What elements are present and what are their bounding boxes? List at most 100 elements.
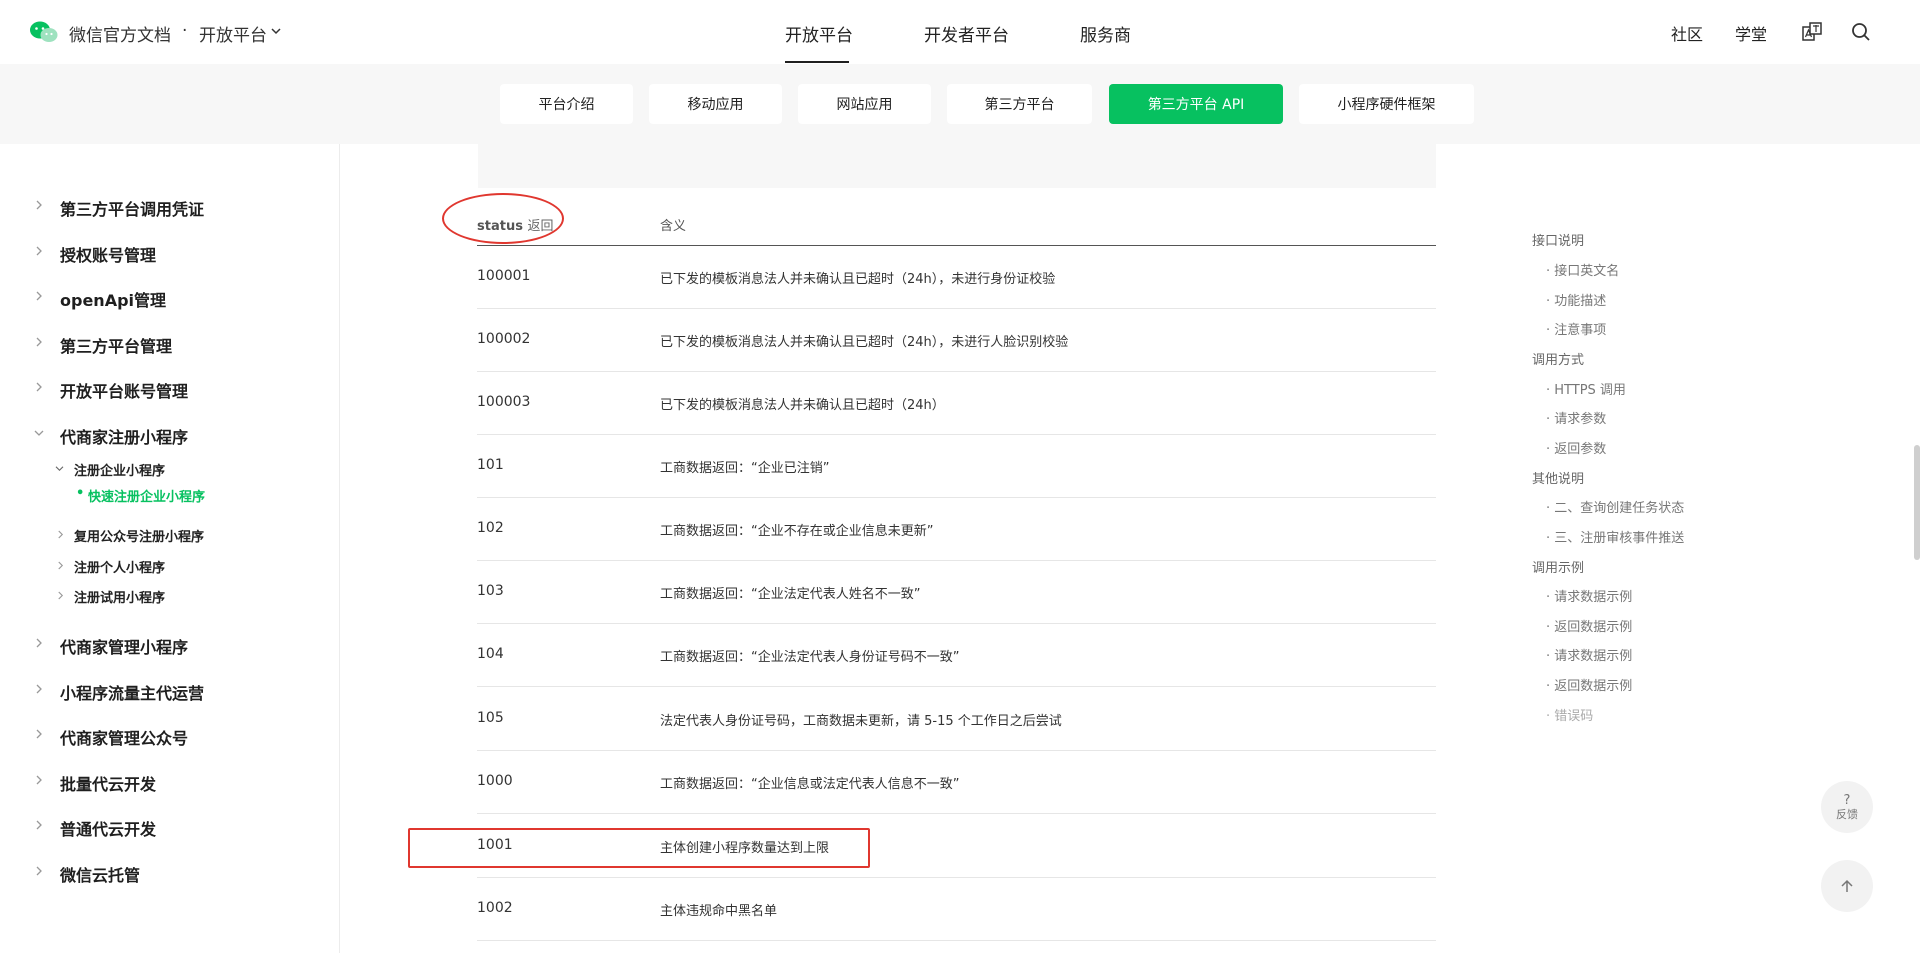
status-code: 100002 [477, 331, 531, 347]
toc-item[interactable]: · 返回参数 [1546, 438, 1606, 457]
feedback-label: 反馈 [1836, 807, 1858, 821]
toc-item[interactable]: · 请求数据示例 [1546, 586, 1632, 605]
status-meaning: 已下发的模板消息法人并未确认且已超时（24h） [660, 398, 945, 413]
tab-third-party-platform[interactable]: 第三方平台 [947, 84, 1092, 124]
sidebar-item-openapi[interactable]: openApi管理 [60, 287, 166, 311]
toc-item[interactable]: · 功能描述 [1546, 290, 1606, 309]
toc-item[interactable]: · 接口英文名 [1546, 260, 1619, 279]
chevron-right-icon [36, 200, 42, 210]
status-meaning: 法定代表人身份证号码，工商数据未更新，请 5-15 个工作日之后尝试 [660, 714, 1062, 729]
table-row: 103 工商数据返回：“企业法定代表人姓名不一致” [477, 561, 1436, 624]
status-meaning: 主体违规命中黑名单 [660, 904, 778, 919]
back-to-top-button[interactable] [1821, 860, 1873, 912]
toc-group-call-method[interactable]: 调用方式 [1532, 349, 1584, 368]
tab-platform-intro[interactable]: 平台介绍 [500, 84, 633, 124]
toc-group-examples[interactable]: 调用示例 [1532, 557, 1584, 576]
topnav-developer-platform[interactable]: 开发者平台 [924, 21, 1009, 46]
annotation-ellipse [442, 193, 564, 244]
wechat-logo-icon[interactable] [29, 20, 59, 44]
chevron-right-icon [58, 530, 64, 539]
tab-third-party-platform-api[interactable]: 第三方平台 API [1109, 84, 1283, 124]
sidebar-item-credentials[interactable]: 第三方平台调用凭证 [60, 196, 204, 220]
sidebar-sub-register-personal[interactable]: 注册个人小程序 [74, 557, 165, 576]
sidebar-sub-reuse-official-account[interactable]: 复用公众号注册小程序 [74, 526, 204, 545]
sidebar-item-traffic-operation[interactable]: 小程序流量主代运营 [60, 680, 204, 704]
topnav-service-provider[interactable]: 服务商 [1080, 21, 1131, 46]
feedback-button[interactable]: ? 反馈 [1821, 781, 1873, 833]
table-row: 101 工商数据返回：“企业已注销” [477, 435, 1436, 498]
chevron-right-icon [36, 775, 42, 785]
status-meaning: 工商数据返回：“企业法定代表人身份证号码不一致” [660, 650, 960, 665]
chevron-right-icon [36, 246, 42, 256]
toc-item[interactable]: · HTTPS 调用 [1546, 379, 1626, 398]
sidebar-sub-bullet: • [76, 486, 85, 501]
status-meaning: 工商数据返回：“企业信息或法定代表人信息不一致” [660, 777, 960, 792]
table-row: 1002 主体违规命中黑名单 [477, 878, 1436, 941]
toc-group-interface[interactable]: 接口说明 [1532, 230, 1584, 249]
tab-miniprogram-hardware[interactable]: 小程序硬件框架 [1299, 84, 1474, 124]
site-title[interactable]: 微信官方文档 [69, 21, 171, 46]
chevron-right-icon [58, 591, 64, 600]
status-code: 101 [477, 457, 504, 473]
sidebar-item-manage-official-account[interactable]: 代商家管理公众号 [60, 725, 188, 749]
sidebar-sub-register-trial[interactable]: 注册试用小程序 [74, 587, 165, 606]
sidebar-item-authorized-accounts[interactable]: 授权账号管理 [60, 242, 156, 266]
academy-link[interactable]: 学堂 [1735, 21, 1767, 45]
table-row: 100003 已下发的模板消息法人并未确认且已超时（24h） [477, 372, 1436, 435]
table-row: 104 工商数据返回：“企业法定代表人身份证号码不一致” [477, 624, 1436, 687]
toc-item[interactable]: · 三、注册审核事件推送 [1546, 527, 1684, 546]
toc-item[interactable]: · 请求参数 [1546, 408, 1606, 427]
toc-item[interactable]: · 请求数据示例 [1546, 645, 1632, 664]
status-code: 105 [477, 710, 504, 726]
top-header: 微信官方文档 · 开放平台 开放平台 开发者平台 服务商 社区 学堂 [0, 0, 1920, 64]
toc-item[interactable]: · 返回数据示例 [1546, 616, 1632, 635]
status-meaning: 已下发的模板消息法人并未确认且已超时（24h），未进行身份证校验 [660, 272, 1056, 287]
status-code: 1002 [477, 900, 513, 916]
sidebar-item-normal-cloud-dev[interactable]: 普通代云开发 [60, 816, 156, 840]
sidebar-item-platform-management[interactable]: 第三方平台管理 [60, 333, 172, 357]
brand-separator: · [182, 21, 188, 41]
sidebar-item-batch-cloud-dev[interactable]: 批量代云开发 [60, 771, 156, 795]
table-header-meaning: 含义 [660, 219, 687, 234]
topnav-open-platform[interactable]: 开放平台 [785, 21, 853, 46]
status-code: 102 [477, 520, 504, 536]
status-meaning: 已下发的模板消息法人并未确认且已超时（24h），未进行人脸识别校验 [660, 335, 1069, 350]
translate-icon[interactable] [1802, 22, 1822, 42]
page-scrollbar[interactable] [1914, 445, 1920, 560]
platform-switcher[interactable]: 开放平台 [199, 21, 267, 46]
chevron-right-icon [36, 729, 42, 739]
sidebar-item-register-miniprogram[interactable]: 代商家注册小程序 [60, 424, 188, 448]
sidebar-item-manage-miniprogram[interactable]: 代商家管理小程序 [60, 634, 188, 658]
sidebar-item-account-management[interactable]: 开放平台账号管理 [60, 378, 188, 402]
status-meaning: 工商数据返回：“企业法定代表人姓名不一致” [660, 587, 921, 602]
table-row: 100001 已下发的模板消息法人并未确认且已超时（24h），未进行身份证校验 [477, 246, 1436, 309]
chevron-down-icon[interactable] [271, 26, 281, 36]
community-link[interactable]: 社区 [1671, 21, 1703, 45]
status-code: 104 [477, 646, 504, 662]
sidebar-sub-register-enterprise[interactable]: 注册企业小程序 [74, 460, 165, 479]
search-icon[interactable] [1851, 22, 1871, 42]
chevron-right-icon [36, 382, 42, 392]
status-meaning: 工商数据返回：“企业不存在或企业信息未更新” [660, 524, 934, 539]
table-row: 102 工商数据返回：“企业不存在或企业信息未更新” [477, 498, 1436, 561]
chevron-right-icon [36, 337, 42, 347]
tab-website-app[interactable]: 网站应用 [798, 84, 931, 124]
topnav-active-indicator [785, 61, 849, 63]
arrow-up-icon [1841, 879, 1853, 892]
table-row: 1000 工商数据返回：“企业信息或法定代表人信息不一致” [477, 751, 1436, 814]
help-icon: ? [1843, 792, 1851, 808]
code-block-end [478, 144, 1436, 188]
chevron-down-icon [55, 466, 64, 472]
tab-mobile-app[interactable]: 移动应用 [649, 84, 782, 124]
toc-group-other[interactable]: 其他说明 [1532, 468, 1584, 487]
status-meaning: 工商数据返回：“企业已注销” [660, 461, 830, 476]
sidebar-item-cloud-hosting[interactable]: 微信云托管 [60, 862, 140, 886]
chevron-right-icon [58, 561, 64, 570]
sidebar-sub-quick-register-active[interactable]: 快速注册企业小程序 [88, 486, 205, 505]
toc-item[interactable]: · 二、查询创建任务状态 [1546, 497, 1684, 516]
chevron-right-icon [36, 291, 42, 301]
toc-item[interactable]: · 返回数据示例 [1546, 675, 1632, 694]
status-code: 1000 [477, 773, 513, 789]
toc-item[interactable]: · 注意事项 [1546, 319, 1606, 338]
toc-item[interactable]: · 错误码 [1546, 705, 1593, 724]
